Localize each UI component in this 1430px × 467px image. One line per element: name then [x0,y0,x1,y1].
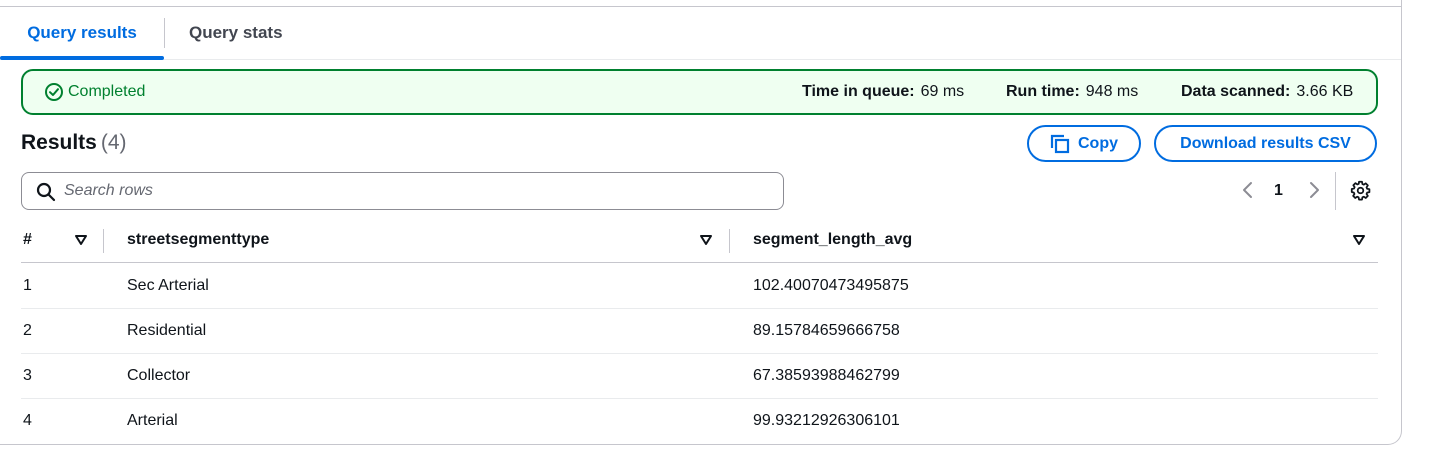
download-button-label: Download results CSV [1180,134,1351,152]
page-number[interactable]: 1 [1274,182,1283,200]
chevron-left-icon[interactable] [1239,180,1257,200]
cell-index: 1 [23,277,32,294]
status-bar: Completed Time in queue: 69 ms Run time: 9… [21,69,1378,115]
copy-icon [1050,134,1070,153]
cell-segment-length-avg: 89.15784659666758 [753,322,900,339]
cell-index: 4 [23,412,32,429]
stat-value: 3.66 KB [1296,83,1354,100]
results-count: (4) [100,131,127,154]
download-results-csv-button[interactable]: Download results CSV [1154,125,1377,162]
status-label: Completed [68,83,146,100]
cell-segment-length-avg: 99.93212926306101 [753,412,900,429]
column-resizer[interactable] [729,229,730,253]
cell-streetsegmenttype: Collector [127,367,191,384]
sort-down-icon[interactable] [74,233,88,247]
stat-label: Run time: [1006,83,1080,100]
column-header-streetsegmenttype[interactable]: streetsegmenttype [127,231,269,249]
sort-down-icon[interactable] [699,233,713,247]
tab-divider [164,18,165,48]
column-header-segment-length-avg[interactable]: segment_length_avg [753,231,912,249]
results-title: Results [21,131,97,154]
cell-streetsegmenttype: Arterial [127,412,178,429]
results-heading: Results (4) [21,131,127,155]
search-input[interactable] [64,179,764,203]
column-resizer[interactable] [103,229,104,253]
stat-data-scanned: Data scanned: 3.66 KB [1181,83,1353,101]
search-icon [36,182,56,202]
gear-icon[interactable] [1350,180,1371,201]
table-row[interactable]: 2 Residential 89.15784659666758 [21,309,1378,354]
table-row[interactable]: 1 Sec Arterial 102.40070473495875 [21,264,1378,309]
stat-value: 69 ms [920,83,965,100]
cell-segment-length-avg: 102.40070473495875 [753,277,909,294]
table-row[interactable]: 4 Arterial 99.93212926306101 [21,399,1378,444]
stat-run-time: Run time: 948 ms [1006,83,1138,101]
cell-streetsegmenttype: Residential [127,322,207,339]
chevron-right-icon[interactable] [1305,180,1323,200]
cell-index: 2 [23,322,32,339]
copy-button[interactable]: Copy [1027,125,1141,162]
tab-query-stats[interactable]: Query stats [189,7,283,59]
tab-bar: Query results Query stats [0,7,1401,60]
stat-label: Data scanned: [1181,83,1291,100]
table-row[interactable]: 3 Collector 67.38593988462799 [21,354,1378,399]
table-header: # streetsegmenttype segment_length_avg [21,219,1378,263]
copy-button-label: Copy [1078,134,1118,152]
stat-label: Time in queue: [802,83,915,100]
cell-index: 3 [23,367,32,384]
column-header-index: # [23,231,32,248]
cell-streetsegmenttype: Sec Arterial [127,277,209,294]
stat-value: 948 ms [1085,83,1139,100]
cell-segment-length-avg: 67.38593988462799 [753,367,900,384]
check-circle-icon [45,83,63,101]
stat-time-in-queue: Time in queue: 69 ms [802,83,964,101]
search-box [21,172,784,210]
sort-down-icon[interactable] [1352,233,1366,247]
pagination-divider [1335,172,1336,210]
tab-query-results[interactable]: Query results [0,7,164,60]
